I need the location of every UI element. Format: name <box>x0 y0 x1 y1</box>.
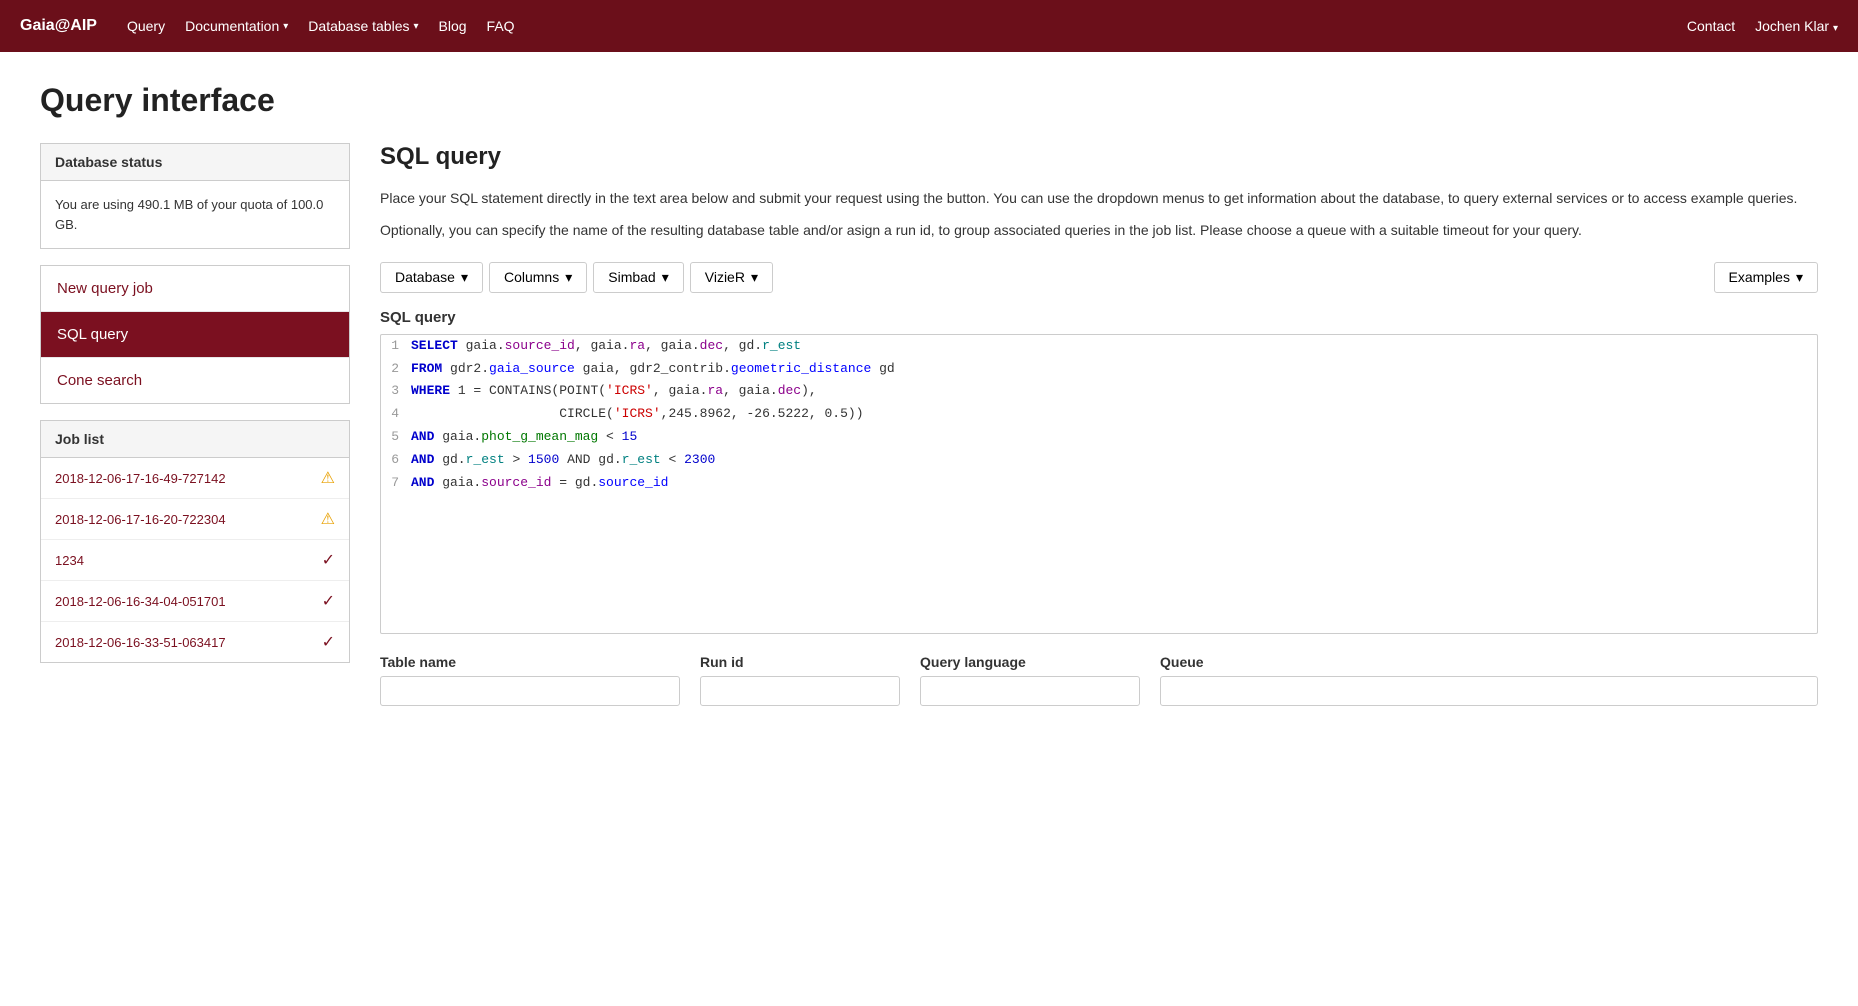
nav-database-tables-arrow: ▾ <box>413 21 418 32</box>
run-id-group: Run id <box>700 654 900 706</box>
line-num-6: 6 <box>381 450 411 471</box>
code-content-2: FROM gdr2.gaia_source gaia, gdr2_contrib… <box>411 359 1817 380</box>
code-line-11 <box>381 563 1817 586</box>
nav-right: Contact Jochen Klar ▾ <box>1687 18 1838 34</box>
job-item-4[interactable]: 2018-12-06-16-33-51-063417 ✓ <box>41 622 349 662</box>
examples-dropdown-arrow: ▾ <box>1796 269 1803 286</box>
code-content-3: WHERE 1 = CONTAINS(POINT('ICRS', gaia.ra… <box>411 381 1817 402</box>
sidebar-item-sql-query[interactable]: SQL query <box>41 312 349 358</box>
job-item-id-3: 2018-12-06-16-34-04-051701 <box>55 594 226 609</box>
toolbar-left: Database ▾ Columns ▾ Simbad ▾ VizieR ▾ <box>380 262 1708 293</box>
nav-database-tables[interactable]: Database tables ▾ <box>308 18 418 34</box>
nav-contact[interactable]: Contact <box>1687 18 1735 34</box>
code-line-2: 2 FROM gdr2.gaia_source gaia, gdr2_contr… <box>381 358 1817 381</box>
code-line-12 <box>381 586 1817 609</box>
line-num-7: 7 <box>381 473 411 494</box>
job-check-icon-2: ✓ <box>322 550 335 570</box>
database-button[interactable]: Database ▾ <box>380 262 483 293</box>
nav-documentation-arrow: ▾ <box>283 21 288 32</box>
code-content-7: AND gaia.source_id = gd.source_id <box>411 473 1817 494</box>
toolbar: Database ▾ Columns ▾ Simbad ▾ VizieR ▾ E… <box>380 262 1818 293</box>
sidebar-item-cone-search[interactable]: Cone search <box>41 358 349 403</box>
main-content: SQL query Place your SQL statement direc… <box>380 143 1818 706</box>
description-1: Place your SQL statement directly in the… <box>380 187 1818 209</box>
job-item-id-2: 1234 <box>55 553 84 568</box>
page-title: Query interface <box>40 82 1818 119</box>
job-item-id-1: 2018-12-06-17-16-20-722304 <box>55 512 226 527</box>
nav-faq[interactable]: FAQ <box>487 18 515 34</box>
simbad-button[interactable]: Simbad ▾ <box>593 262 684 293</box>
code-line-1: 1 SELECT gaia.source_id, gaia.ra, gaia.d… <box>381 335 1817 358</box>
vizier-button[interactable]: VizieR ▾ <box>690 262 773 293</box>
queue-label: Queue <box>1160 654 1818 670</box>
job-list-body: 2018-12-06-17-16-49-727142 ⚠ 2018-12-06-… <box>41 458 349 662</box>
code-line-9 <box>381 517 1817 540</box>
table-name-label: Table name <box>380 654 680 670</box>
nav-blog[interactable]: Blog <box>439 18 467 34</box>
job-warning-icon-1: ⚠ <box>321 509 335 529</box>
job-item-3[interactable]: 2018-12-06-16-34-04-051701 ✓ <box>41 581 349 622</box>
job-list-header: Job list <box>41 421 349 458</box>
job-check-icon-3: ✓ <box>322 591 335 611</box>
code-line-10 <box>381 540 1817 563</box>
job-item-0[interactable]: 2018-12-06-17-16-49-727142 ⚠ <box>41 458 349 499</box>
nav-brand[interactable]: Gaia@AIP <box>20 17 97 35</box>
line-num-5: 5 <box>381 427 411 448</box>
code-content-6: AND gd.r_est > 1500 AND gd.r_est < 2300 <box>411 450 1817 471</box>
code-content-4: CIRCLE('ICRS',245.8962, -26.5222, 0.5)) <box>411 404 1817 425</box>
table-name-input[interactable] <box>380 676 680 706</box>
code-editor[interactable]: 1 SELECT gaia.source_id, gaia.ra, gaia.d… <box>380 334 1818 634</box>
nav-query[interactable]: Query <box>127 18 165 34</box>
line-num-2: 2 <box>381 359 411 380</box>
code-line-6: 6 AND gd.r_est > 1500 AND gd.r_est < 230… <box>381 449 1817 472</box>
nav-links: Query Documentation ▾ Database tables ▾ … <box>127 18 1687 34</box>
query-language-group: Query language <box>920 654 1140 706</box>
table-name-group: Table name <box>380 654 680 706</box>
query-language-input[interactable] <box>920 676 1140 706</box>
database-dropdown-arrow: ▾ <box>461 269 468 286</box>
code-line-8 <box>381 494 1817 517</box>
job-list-section: Job list 2018-12-06-17-16-49-727142 ⚠ 20… <box>40 420 350 663</box>
sidebar: Database status You are using 490.1 MB o… <box>40 143 350 706</box>
line-num-1: 1 <box>381 336 411 357</box>
line-num-3: 3 <box>381 381 411 402</box>
job-warning-icon-0: ⚠ <box>321 468 335 488</box>
columns-dropdown-arrow: ▾ <box>565 269 572 286</box>
navbar: Gaia@AIP Query Documentation ▾ Database … <box>0 0 1858 52</box>
run-id-input[interactable] <box>700 676 900 706</box>
code-line-5: 5 AND gaia.phot_g_mean_mag < 15 <box>381 426 1817 449</box>
vizier-dropdown-arrow: ▾ <box>751 269 758 286</box>
sidebar-item-new-query-job[interactable]: New query job <box>41 266 349 312</box>
form-row: Table name Run id Query language Queue <box>380 654 1818 706</box>
db-status-header: Database status <box>41 144 349 181</box>
sidebar-nav-section: New query job SQL query Cone search <box>40 265 350 404</box>
examples-button[interactable]: Examples ▾ <box>1714 262 1819 293</box>
query-language-label: Query language <box>920 654 1140 670</box>
job-item-2[interactable]: 1234 ✓ <box>41 540 349 581</box>
code-line-3: 3 WHERE 1 = CONTAINS(POINT('ICRS', gaia.… <box>381 380 1817 403</box>
query-label: SQL query <box>380 309 1818 326</box>
db-status-body: You are using 490.1 MB of your quota of … <box>41 181 349 248</box>
description-2: Optionally, you can specify the name of … <box>380 219 1818 241</box>
job-item-1[interactable]: 2018-12-06-17-16-20-722304 ⚠ <box>41 499 349 540</box>
nav-documentation[interactable]: Documentation ▾ <box>185 18 288 34</box>
queue-group: Queue <box>1160 654 1818 706</box>
code-content-1: SELECT gaia.source_id, gaia.ra, gaia.dec… <box>411 336 1817 357</box>
sql-query-title: SQL query <box>380 143 1818 171</box>
job-item-id-4: 2018-12-06-16-33-51-063417 <box>55 635 226 650</box>
simbad-dropdown-arrow: ▾ <box>662 269 669 286</box>
run-id-label: Run id <box>700 654 900 670</box>
code-line-4: 4 CIRCLE('ICRS',245.8962, -26.5222, 0.5)… <box>381 403 1817 426</box>
queue-input[interactable] <box>1160 676 1818 706</box>
job-check-icon-4: ✓ <box>322 632 335 652</box>
code-content-5: AND gaia.phot_g_mean_mag < 15 <box>411 427 1817 448</box>
line-num-4: 4 <box>381 404 411 425</box>
job-item-id-0: 2018-12-06-17-16-49-727142 <box>55 471 226 486</box>
nav-user-arrow: ▾ <box>1833 23 1838 34</box>
code-line-7: 7 AND gaia.source_id = gd.source_id <box>381 472 1817 495</box>
nav-user[interactable]: Jochen Klar ▾ <box>1755 18 1838 34</box>
db-status-section: Database status You are using 490.1 MB o… <box>40 143 350 249</box>
columns-button[interactable]: Columns ▾ <box>489 262 587 293</box>
